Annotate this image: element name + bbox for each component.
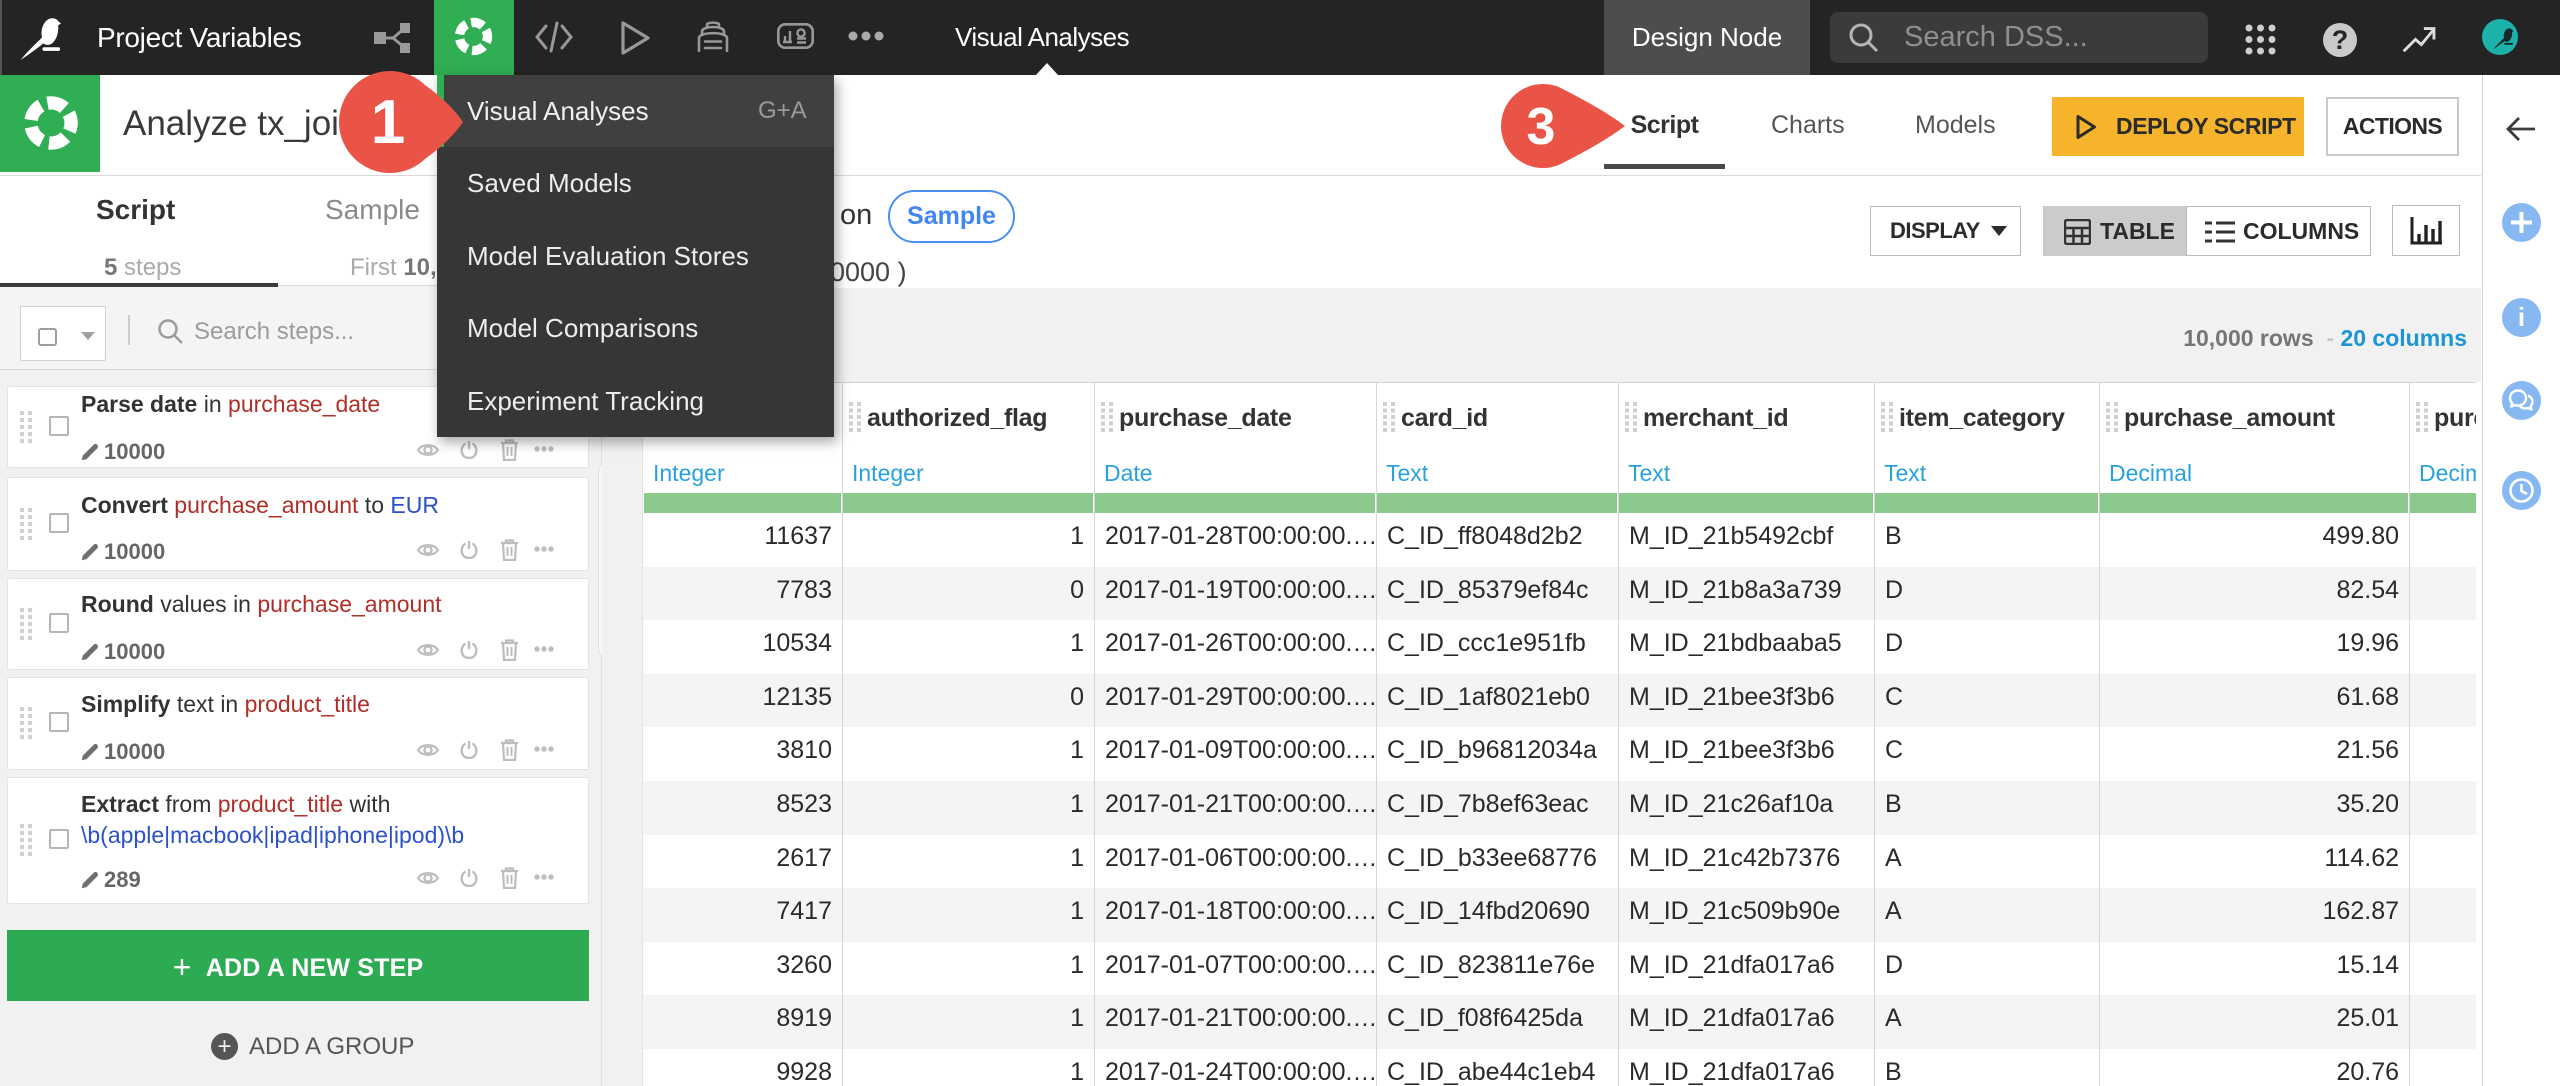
svg-text:3: 3	[1527, 98, 1556, 156]
svg-text:1: 1	[371, 88, 405, 157]
